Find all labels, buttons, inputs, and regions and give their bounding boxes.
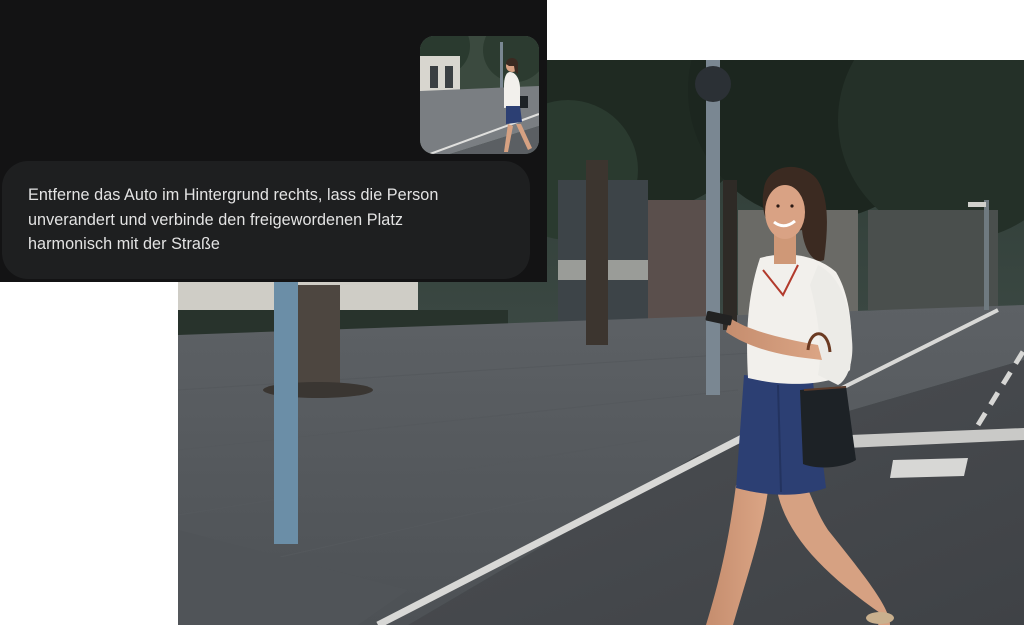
user-prompt-bubble: Entferne das Auto im Hintergrund rechts,… bbox=[2, 161, 530, 279]
chat-panel: Entferne das Auto im Hintergrund rechts,… bbox=[0, 0, 547, 282]
attached-image-thumbnail[interactable] bbox=[420, 36, 539, 154]
prompt-text: Entferne das Auto im Hintergrund rechts,… bbox=[28, 186, 439, 253]
